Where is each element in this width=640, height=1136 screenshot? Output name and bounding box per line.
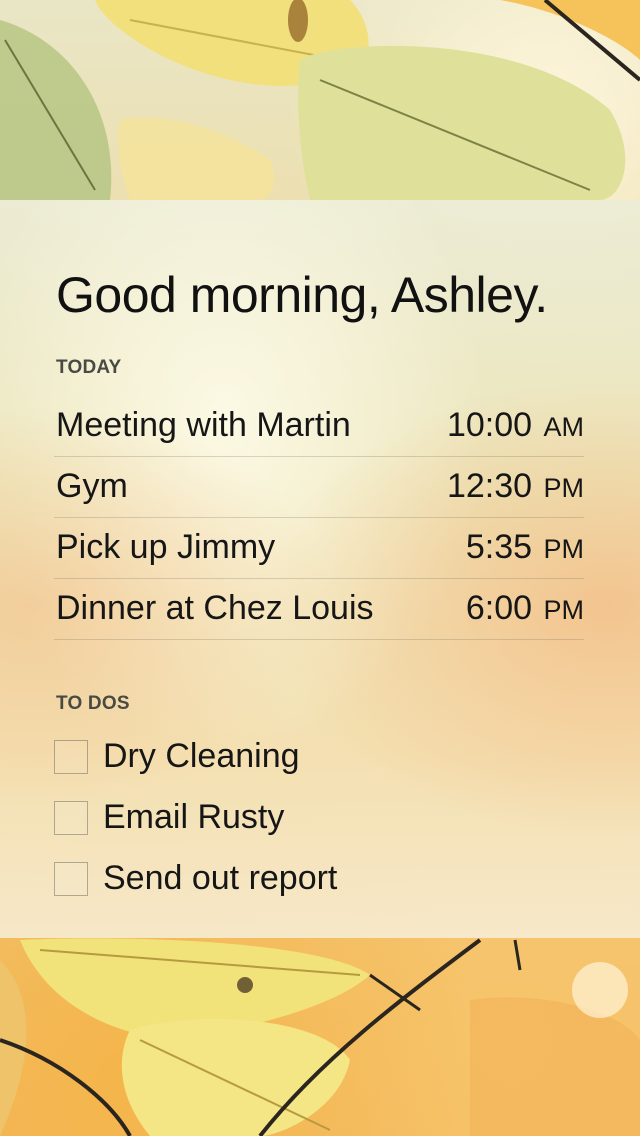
- event-time-ampm: PM: [543, 595, 585, 625]
- event-row[interactable]: Pick up Jimmy 5:35 PM: [54, 518, 584, 579]
- greeting-title: Good morning, Ashley.: [56, 267, 548, 323]
- event-row[interactable]: Meeting with Martin 10:00 AM: [54, 396, 584, 457]
- event-row[interactable]: Dinner at Chez Louis 6:00 PM: [54, 579, 584, 640]
- event-time-value: 5:35: [465, 528, 533, 566]
- todo-label: Email Rusty: [103, 798, 285, 836]
- event-title: Meeting with Martin: [56, 406, 351, 444]
- todo-item: Send out report: [54, 848, 337, 909]
- event-title: Gym: [56, 467, 128, 505]
- todos-section-label: TO DOS: [56, 693, 130, 714]
- todo-checkbox[interactable]: [54, 800, 88, 835]
- todo-checkbox[interactable]: [54, 861, 88, 896]
- todo-checkbox[interactable]: [54, 739, 88, 774]
- event-time: 10:00 AM: [447, 406, 584, 445]
- event-time-value: 10:00: [446, 406, 533, 444]
- event-time: 6:00 PM: [466, 589, 584, 628]
- daily-summary-card: Good morning, Ashley. TODAY Meeting with…: [0, 200, 640, 938]
- todo-item: Dry Cleaning: [54, 726, 337, 787]
- todo-item: Email Rusty: [54, 787, 337, 848]
- event-time-ampm: PM: [543, 473, 585, 503]
- event-time-ampm: AM: [543, 412, 585, 442]
- event-time: 5:35 PM: [466, 528, 584, 567]
- event-time: 12:30 PM: [447, 467, 584, 506]
- event-time-value: 6:00: [465, 589, 533, 627]
- event-time-ampm: PM: [543, 534, 585, 564]
- todo-label: Dry Cleaning: [103, 737, 300, 775]
- todos-list: Dry Cleaning Email Rusty Send out report: [54, 726, 337, 909]
- todo-label: Send out report: [103, 859, 338, 897]
- event-title: Pick up Jimmy: [56, 528, 276, 566]
- event-row[interactable]: Gym 12:30 PM: [54, 457, 584, 518]
- event-time-value: 12:30: [446, 467, 533, 505]
- events-list: Meeting with Martin 10:00 AM Gym 12:30 P…: [54, 396, 584, 640]
- event-title: Dinner at Chez Louis: [56, 589, 374, 627]
- today-section-label: TODAY: [56, 357, 122, 378]
